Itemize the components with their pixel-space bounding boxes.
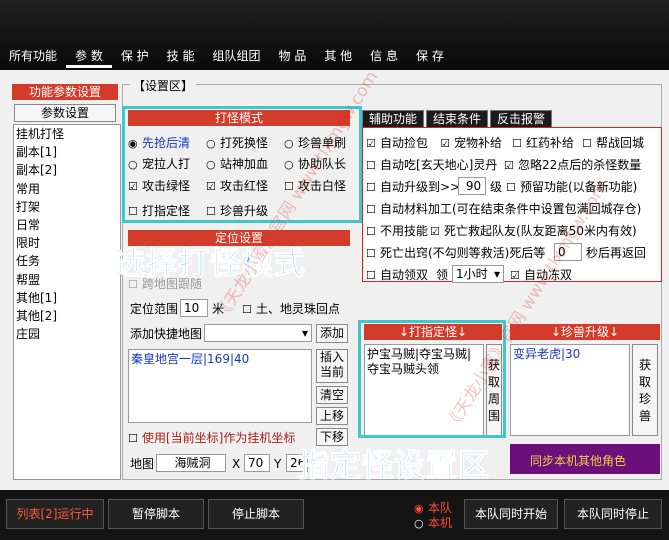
radio-icon: ○ [414,517,424,530]
checkbox-checked-icon: ☑ [430,225,440,238]
nav-info[interactable]: 信 息 [361,44,407,68]
nav-protect[interactable]: 保 护 [112,44,158,68]
move-up-button[interactable]: 上移 [316,407,348,425]
list-item[interactable]: 限时 [14,234,120,252]
x-label: X [232,457,241,471]
list-item[interactable]: 日常 [14,216,120,234]
settings-title: 【设置区】 [130,77,197,94]
param-settings-button[interactable]: 参数设置 [14,104,116,122]
nav-skills[interactable]: 技 能 [158,44,204,68]
checkbox-icon: ☐ [506,181,516,194]
list-item[interactable]: 其他[2] [14,307,120,325]
tab-end-condition[interactable]: 结束条件 [426,110,489,128]
list-item[interactable]: 任务 [14,252,120,270]
nav-other[interactable]: 其 他 [315,44,361,68]
list-item[interactable]: 副本[2] [14,161,120,179]
chevron-down-icon: ▾ [493,267,500,281]
list-item[interactable]: 其他[1] [14,289,120,307]
checkbox-checked-icon: ☑ [366,137,376,150]
check-pet-supply[interactable]: ☑ 宠物补给 [440,135,502,152]
double-lead-label: 领 [436,268,449,282]
list-item[interactable]: 常用 [14,180,120,198]
checkbox-icon: ☐ [128,432,138,445]
check-reserved[interactable]: ☐ 预留功能(以备新功能) [506,179,637,196]
y-label: Y [274,457,282,471]
level-input[interactable]: 90 [458,177,486,195]
level-unit: 级 [490,180,503,194]
checkbox-icon: ☐ [366,247,376,260]
bottom-bar: 列表[2]运行中 暂停脚本 停止脚本 ◉ 本队 ○ 本机 本队同时开始 本队同时停止 [0,490,669,540]
checkbox-icon: ☐ [582,137,592,150]
pet-entry[interactable]: 变异老虎|30 [513,347,580,361]
list-item[interactable]: 帮盟 [14,271,120,289]
check-auto-pickup[interactable]: ☑ 自动捡包 [366,135,428,152]
nav-items[interactable]: 物 品 [270,44,316,68]
radio-machine[interactable]: ○ 本机 [414,515,452,532]
nav-save[interactable]: 保 存 [407,44,453,68]
checkbox-icon: ☐ [512,137,522,150]
stop-script-button[interactable]: 停止脚本 [208,499,304,529]
nav-team[interactable]: 组队组团 [204,44,270,68]
list-item[interactable]: 副本[1] [14,143,120,161]
wait-seconds-suffix: 秒后再返回 [586,246,647,260]
range-label: 定位范围 [130,302,179,316]
check-revive-team[interactable]: ☑ 死亡救起队友(队友距离50米内有效) [430,223,637,240]
main-nav: 所有功能 参 数 保 护 技 能 组队组团 物 品 其 他 信 息 保 存 [0,44,453,68]
check-guild-return[interactable]: ☐ 帮战回城 [582,135,644,152]
right-tabs: 辅助功能 结束条件 反击报警 [362,110,554,128]
quick-map-label: 添加快捷地图 [130,327,203,341]
checkbox-checked-icon: ☑ [504,159,514,172]
tab-assist[interactable]: 辅助功能 [362,110,425,128]
team-stop-button[interactable]: 本队同时停止 [564,499,662,529]
checkbox-icon: ☐ [366,181,376,194]
quick-map-dropdown[interactable]: ▾ [204,324,312,342]
check-no-skill[interactable]: ☐ 不用技能 [366,223,428,240]
clear-button[interactable]: 清空 [316,386,348,404]
check-eat-pill[interactable]: ☐ 自动吃[玄天地心]灵丹 [366,157,497,174]
chevron-down-icon: ▾ [301,326,308,340]
checkbox-icon: ☐ [366,203,376,216]
check-use-coord[interactable]: ☐ 使用[当前坐标]作为挂机坐标 [128,430,295,447]
checkbox-icon: ☐ [366,225,376,238]
pause-script-button[interactable]: 暂停脚本 [108,499,204,529]
list-item[interactable]: 庄园 [14,325,120,343]
sync-other-characters-button[interactable]: 同步本机其他角色 [510,444,660,474]
check-auto-double[interactable]: ☐ 自动领双 [366,267,428,284]
list-item[interactable]: 挂机打怪 [14,125,120,143]
team-start-button[interactable]: 本队同时开始 [464,499,558,529]
check-death-leave[interactable]: ☐ 死亡出窍(不勾则等救活)死后等 [366,245,545,262]
nav-params[interactable]: 参 数 [66,44,112,68]
checkbox-icon: ☐ [366,159,376,172]
check-auto-level[interactable]: ☐ 自动升级到>> [366,179,460,196]
left-header: 功能参数设置 [12,84,118,100]
annotation-target-area: 指定怪设置区 [298,448,490,485]
function-list: 挂机打怪 副本[1] 副本[2] 常用 打架 日常 限时 任务 帮盟 其他[1]… [13,124,121,480]
map-name-field[interactable]: 海贼洞 [156,454,226,472]
get-pet-button[interactable]: 获取珍兽 [632,344,658,436]
tab-counter-alarm[interactable]: 反击报警 [490,110,553,128]
insert-current-button[interactable]: 插入当前 [316,349,348,383]
nav-all-functions[interactable]: 所有功能 [0,44,66,68]
checkbox-checked-icon: ☑ [440,137,450,150]
top-bar: 所有功能 参 数 保 护 技 能 组队组团 物 品 其 他 信 息 保 存 [0,0,669,70]
map-entry[interactable]: 秦皇地宫一层|169|40 [131,352,249,366]
map-label: 地图 [130,457,155,471]
pet-level-header: ↓珍兽升级↓ [510,324,660,340]
check-earth-point[interactable]: ☐ 土、地灵珠回点 [242,301,340,318]
checkbox-icon: ☐ [366,269,376,282]
range-input[interactable]: 10 [180,299,208,317]
check-ignore-kills[interactable]: ☑ 忽略22点后的杀怪数量 [504,157,641,174]
map-listbox[interactable]: 秦皇地宫一层|169|40 [128,349,312,423]
add-map-button[interactable]: 添加 [316,324,348,343]
list-item[interactable]: 打架 [14,198,120,216]
check-red-potion[interactable]: ☐ 红药补给 [512,135,574,152]
x-field[interactable]: 70 [244,454,270,472]
run-status[interactable]: 列表[2]运行中 [6,499,104,529]
checkbox-icon: ☐ [242,303,252,316]
checkbox-checked-icon: ☑ [510,269,520,282]
pet-listbox[interactable]: 变异老虎|30 [510,344,630,436]
content-area: 功能参数设置 参数设置 挂机打怪 副本[1] 副本[2] 常用 打架 日常 限时… [0,68,669,485]
double-duration-select[interactable]: 1小时 ▾ [452,265,504,283]
